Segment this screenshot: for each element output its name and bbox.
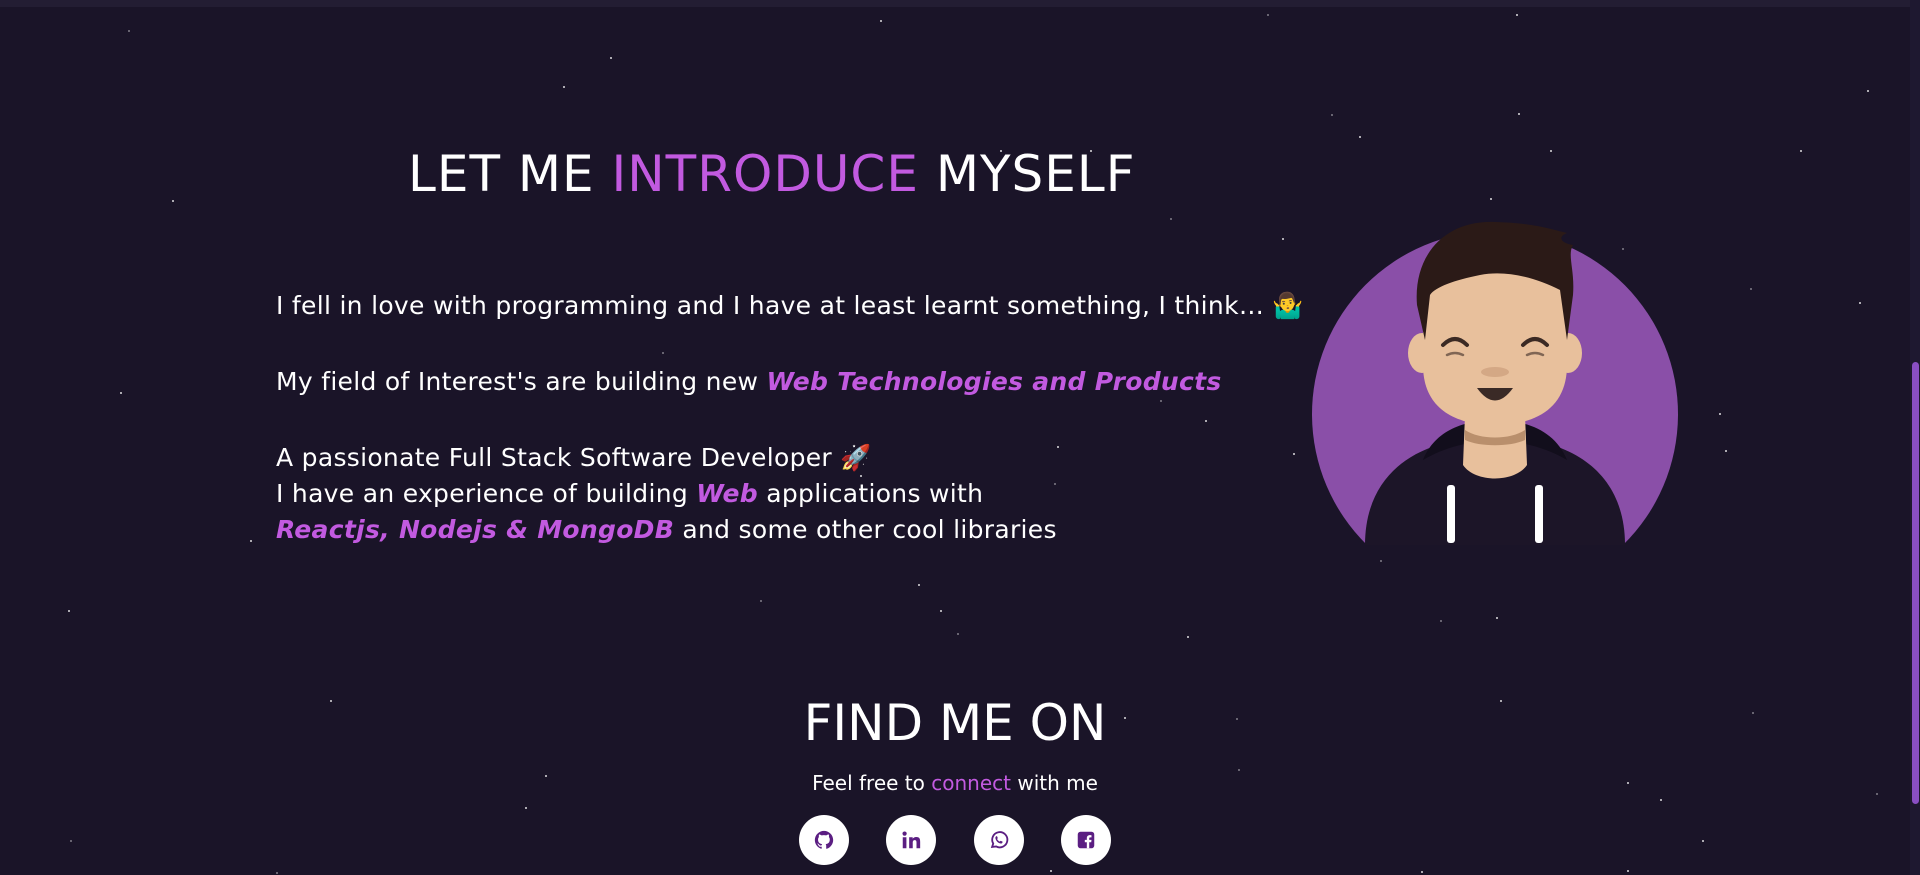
- star: [1518, 113, 1520, 115]
- whatsapp-icon: [990, 831, 1009, 849]
- find-sub-suffix: with me: [1017, 771, 1098, 795]
- intro-line-5-highlight: Reactjs, Nodejs & MongoDB: [276, 515, 675, 544]
- star: [760, 600, 762, 602]
- intro-line-1: I fell in love with programming and I ha…: [276, 288, 1304, 324]
- avatar: [1305, 215, 1685, 545]
- star: [1859, 302, 1861, 304]
- star: [1490, 198, 1492, 200]
- facebook-link[interactable]: [1061, 815, 1111, 865]
- intro-line-4: I have an experience of building Web app…: [276, 476, 1276, 512]
- github-link[interactable]: [799, 815, 849, 865]
- star: [1496, 617, 1498, 619]
- star: [1627, 870, 1629, 872]
- intro-title-part1: LET ME: [408, 145, 595, 203]
- intro-body: I fell in love with programming and I ha…: [276, 288, 1304, 548]
- star: [1660, 799, 1662, 801]
- avatar-illustration: [1312, 221, 1678, 545]
- find-sub-accent: connect: [931, 771, 1011, 795]
- star: [1725, 450, 1727, 452]
- intro-line-3-text: A passionate Full Stack Software Develop…: [276, 443, 833, 472]
- star: [172, 200, 174, 202]
- intro-line-2-highlight: Web Technologies and Products: [766, 367, 1222, 396]
- star: [1702, 840, 1704, 842]
- star: [68, 610, 70, 612]
- whatsapp-link[interactable]: [974, 815, 1024, 865]
- social-links: [799, 815, 1119, 865]
- intro-line-5-suffix: and some other cool libraries: [682, 515, 1057, 544]
- star: [1440, 620, 1442, 622]
- intro-title: LET ME INTRODUCE MYSELF: [408, 140, 1135, 208]
- intro-title-accent: INTRODUCE: [611, 145, 919, 203]
- scrollbar-thumb[interactable]: [1912, 362, 1919, 804]
- star: [1719, 413, 1721, 415]
- star: [128, 30, 130, 32]
- find-me-title: FIND ME ON: [803, 694, 1107, 752]
- star: [1750, 288, 1752, 290]
- star: [880, 20, 882, 22]
- star: [1421, 871, 1423, 873]
- star: [1800, 150, 1802, 152]
- star: [120, 392, 122, 394]
- intro-line-5: Reactjs, Nodejs & MongoDB and some other…: [276, 512, 1276, 548]
- facebook-icon: [1077, 831, 1095, 849]
- linkedin-icon: [902, 831, 921, 849]
- star: [918, 584, 920, 586]
- intro-line-4-prefix: I have an experience of building: [276, 479, 689, 508]
- intro-line-4-suffix: applications with: [766, 479, 984, 508]
- find-sub-prefix: Feel free to: [812, 771, 925, 795]
- star: [1050, 870, 1052, 872]
- star: [1516, 14, 1518, 16]
- star: [1282, 238, 1284, 240]
- star: [1267, 14, 1269, 16]
- star: [563, 86, 565, 88]
- star: [1293, 453, 1295, 455]
- star: [1331, 114, 1333, 116]
- star: [1380, 560, 1382, 562]
- star: [70, 840, 72, 842]
- find-me-subtitle: Feel free to connect with me: [0, 770, 1910, 796]
- star: [940, 610, 942, 612]
- star: [1187, 636, 1189, 638]
- intro-line-3: A passionate Full Stack Software Develop…: [276, 440, 1276, 476]
- intro-line-4-highlight: Web: [696, 479, 758, 508]
- star: [1550, 150, 1552, 152]
- star: [250, 540, 252, 542]
- star: [1867, 90, 1869, 92]
- intro-line-1-text: I fell in love with programming and I ha…: [276, 291, 1265, 320]
- star: [1359, 136, 1361, 138]
- github-icon: [814, 830, 834, 849]
- linkedin-link[interactable]: [886, 815, 936, 865]
- intro-line-2-prefix: My field of Interest's are building new: [276, 367, 759, 396]
- star: [957, 633, 959, 635]
- star: [525, 807, 527, 809]
- shrug-emoji: 🤷‍♂️: [1272, 291, 1304, 320]
- intro-title-part2: MYSELF: [935, 145, 1136, 203]
- star: [276, 872, 278, 874]
- intro-line-2: My field of Interest's are building new …: [276, 364, 1276, 400]
- page: LET ME INTRODUCE MYSELF I fell in love w…: [0, 0, 1920, 875]
- star: [610, 57, 612, 59]
- star: [1170, 218, 1172, 220]
- rocket-emoji: 🚀: [840, 443, 872, 472]
